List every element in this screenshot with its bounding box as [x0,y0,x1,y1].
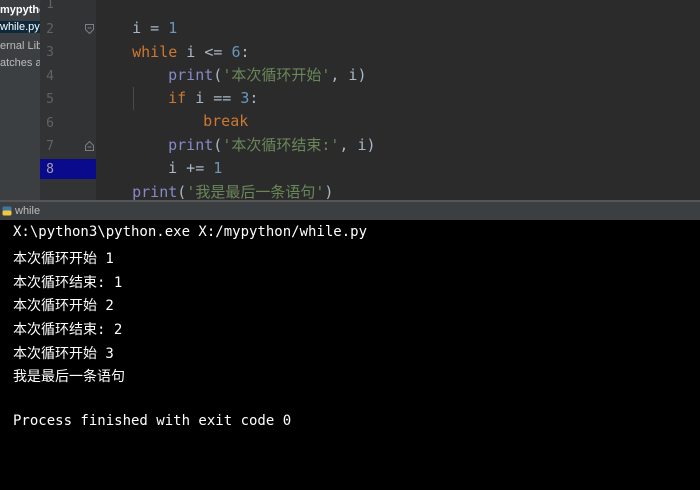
code-line[interactable]: i += 1 [96,134,700,177]
project-file-while[interactable]: while.py [0,21,40,33]
console-output[interactable]: X:\python3\python.exe X:/mypython/while.… [0,220,700,490]
code-line[interactable]: if i == 3: [96,64,700,107]
console-line: 本次循环结束: 1 [13,275,123,291]
project-root-item[interactable]: mypython [0,4,40,16]
fold-open-icon[interactable] [84,23,95,35]
line-number: 6 [46,116,54,131]
line-number: 8 [46,162,54,177]
code-line[interactable]: print('本次循环开始', i) [96,41,700,84]
console-line: 本次循环结束: 2 [13,322,123,338]
console-line: Process finished with exit code 0 [13,413,292,429]
line-number: 3 [46,45,54,60]
line-number: 7 [46,139,54,154]
code-line[interactable]: break [96,87,700,130]
run-tab-label: while [15,205,41,217]
code-line-current[interactable]: print('我是最后一条语句') [96,158,700,201]
python-file-icon [2,206,12,216]
line-number: 2 [46,22,54,37]
console-line: 本次循环开始 1 [13,251,114,267]
code-line[interactable]: i = 1 [96,0,700,37]
console-line: 本次循环开始 3 [13,346,114,362]
project-external-libraries[interactable]: ernal Lib [0,40,40,52]
console-line: 我是最后一条语句 [13,369,125,385]
run-tab-while[interactable]: while [0,202,46,220]
project-scratches[interactable]: atches a [0,57,40,69]
console-line: 本次循环开始 2 [13,298,114,314]
line-number: 5 [46,92,54,107]
run-tab-bar: while [0,202,700,221]
code-line[interactable]: while i <= 6: [96,18,700,61]
line-number: 4 [46,69,54,84]
project-sidebar: mypython while.py ernal Lib atches a [0,0,41,200]
line-number: 1 [46,0,54,12]
code-line[interactable]: print('本次循环结束:', i) [96,111,700,154]
console-line: X:\python3\python.exe X:/mypython/while.… [13,224,368,240]
fold-close-icon[interactable] [84,140,95,152]
code-editor[interactable]: i = 1 while i <= 6: print('本次循环开始', i) i… [96,0,700,201]
